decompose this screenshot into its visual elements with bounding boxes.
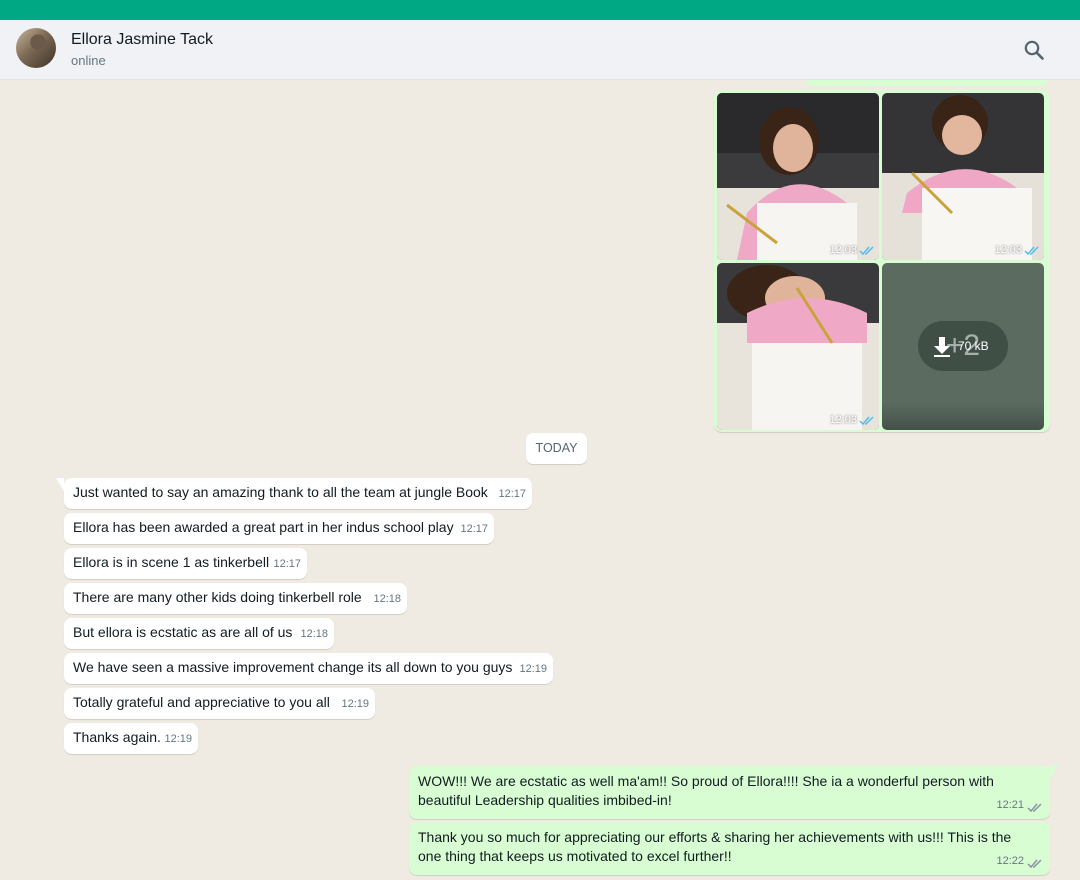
message-time: 12:17 — [460, 523, 488, 535]
avatar[interactable] — [16, 28, 56, 68]
message-text: Ellora has been awarded a great part in … — [73, 519, 454, 535]
photo-image — [882, 93, 1044, 260]
double-check-icon — [1024, 246, 1039, 256]
photo-more-tile[interactable]: +2 70 kB — [882, 263, 1044, 430]
photo-thumbnail[interactable]: 12:03 — [717, 263, 879, 430]
app-top-bar — [0, 0, 1080, 20]
incoming-message[interactable]: But ellora is ecstatic as are all of us … — [64, 618, 334, 649]
message-text: Totally grateful and appreciative to you… — [73, 694, 330, 710]
download-icon — [934, 337, 950, 357]
tile-shade — [882, 402, 1044, 430]
message-text: Thanks again. — [73, 729, 161, 745]
contact-status: online — [71, 53, 106, 68]
message-time: 12:22 — [996, 855, 1024, 867]
photo-image — [717, 263, 879, 430]
bubble-tail — [56, 478, 64, 491]
message-text: There are many other kids doing tinkerbe… — [73, 589, 362, 605]
download-size: 70 kB — [958, 339, 989, 353]
bubble-tail — [1050, 766, 1058, 779]
incoming-message[interactable]: We have seen a massive improvement chang… — [64, 653, 553, 684]
incoming-message[interactable]: Ellora has been awarded a great part in … — [64, 513, 494, 544]
double-check-icon — [859, 416, 874, 426]
incoming-message[interactable]: Ellora is in scene 1 as tinkerbell 12:17 — [64, 548, 307, 579]
photo-image — [717, 93, 879, 260]
incoming-message[interactable]: There are many other kids doing tinkerbe… — [64, 583, 407, 614]
date-separator: TODAY — [526, 433, 587, 464]
message-time: 12:03 — [994, 244, 1022, 256]
message-time: 12:19 — [519, 663, 547, 675]
double-check-icon — [859, 246, 874, 256]
chat-header[interactable]: Ellora Jasmine Tack online — [0, 20, 1080, 80]
outgoing-message[interactable]: WOW!!! We are ecstatic as well ma'am!! S… — [409, 766, 1058, 819]
message-time: 12:19 — [341, 698, 369, 710]
photo-thumbnail[interactable]: 12:03 — [717, 93, 879, 260]
message-text: Just wanted to say an amazing thank to a… — [73, 484, 488, 500]
message-time: 12:03 — [829, 244, 857, 256]
message-time: 12:18 — [300, 628, 328, 640]
photo-thumbnail[interactable]: 12:03 — [882, 93, 1044, 260]
previous-message-edge — [806, 80, 1048, 86]
download-button[interactable]: +2 70 kB — [918, 321, 1008, 371]
double-check-icon — [1027, 803, 1042, 813]
incoming-message[interactable]: Thanks again. 12:19 — [64, 723, 198, 754]
message-text: But ellora is ecstatic as are all of us — [73, 624, 293, 640]
message-time: 12:17 — [498, 488, 526, 500]
message-text: Thank you so much for appreciating our e… — [418, 829, 1012, 864]
message-time: 12:21 — [996, 799, 1024, 811]
message-time: 12:18 — [373, 593, 401, 605]
message-time: 12:19 — [164, 733, 192, 745]
photo-album[interactable]: 12:03 12:03 12:03 +2 70 kB — [714, 90, 1050, 432]
search-icon[interactable] — [1022, 38, 1046, 62]
contact-name[interactable]: Ellora Jasmine Tack — [71, 31, 213, 49]
message-list[interactable]: 12:03 12:03 12:03 +2 70 kB TODAY Just wa… — [0, 80, 1080, 880]
message-time: 12:17 — [273, 558, 301, 570]
message-time: 12:03 — [829, 414, 857, 426]
outgoing-message[interactable]: Thank you so much for appreciating our e… — [409, 822, 1050, 875]
message-text: We have seen a massive improvement chang… — [73, 659, 513, 675]
incoming-message[interactable]: Totally grateful and appreciative to you… — [64, 688, 375, 719]
message-text: Ellora is in scene 1 as tinkerbell — [73, 554, 270, 570]
double-check-icon — [1027, 859, 1042, 869]
incoming-message[interactable]: Just wanted to say an amazing thank to a… — [56, 478, 532, 509]
message-text: WOW!!! We are ecstatic as well ma'am!! S… — [418, 773, 994, 808]
